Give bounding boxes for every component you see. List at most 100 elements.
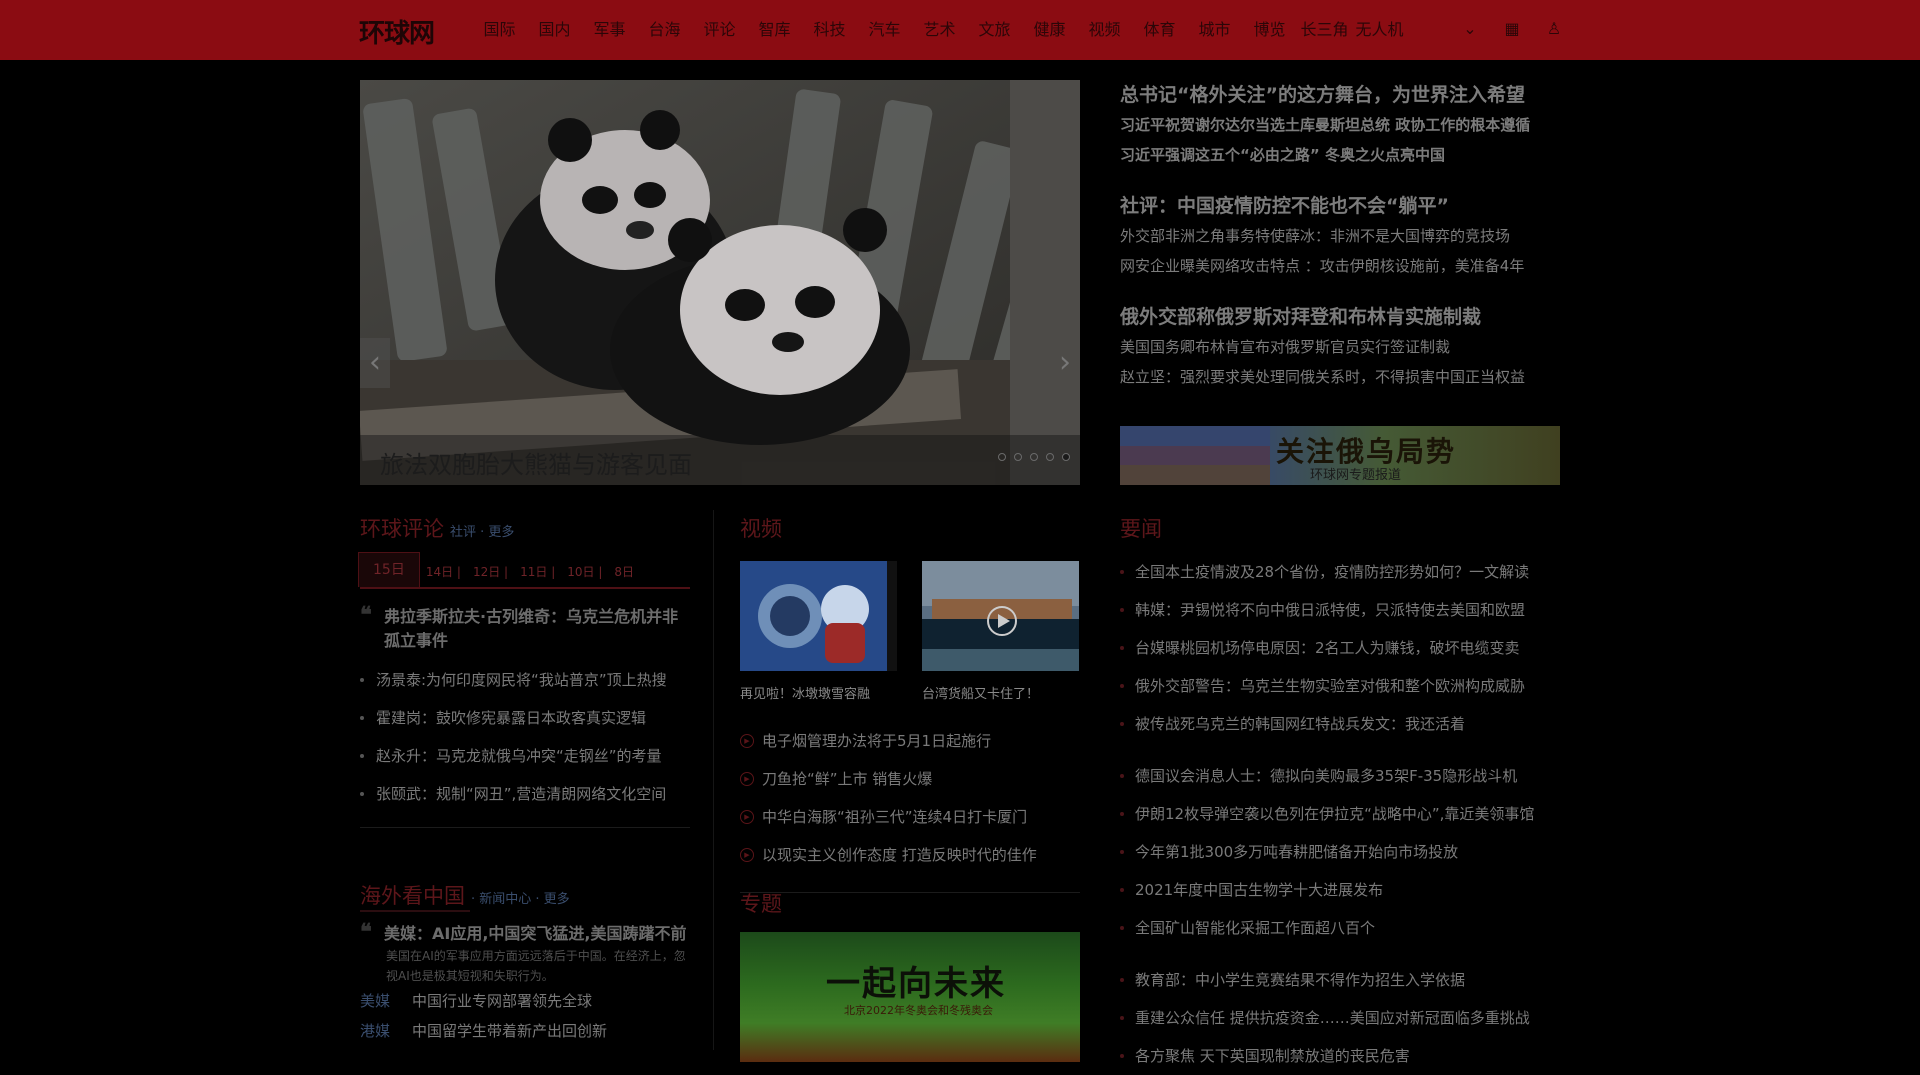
news-item[interactable]: 各方聚焦 天下英国现制禁放道的丧民危害	[1120, 1037, 1570, 1075]
news-item[interactable]: 德国议会消息人士：德拟向美购最多35架F-35隐形战斗机	[1120, 757, 1570, 795]
chevron-down-icon[interactable]: ⌄	[1461, 18, 1479, 40]
news-item[interactable]: 重建公众信任 提供抗疫资金……美国应对新冠面临多重挑战	[1120, 999, 1570, 1037]
slider-dot[interactable]	[1062, 453, 1070, 461]
slider-prev-button[interactable]: ‹	[360, 338, 390, 388]
nav-item[interactable]: 艺术	[912, 18, 967, 42]
headline-sub[interactable]: 赵立坚：强烈要求美处理同俄关系时，不得损害中国正当权益	[1120, 362, 1570, 392]
video-list-item[interactable]: ▶ 以现实主义创作态度 打造反映时代的佳作	[740, 836, 1080, 874]
commentary-links[interactable]: 社评 · 更多	[450, 521, 514, 540]
overseas-row-text[interactable]: 中国行业专网部署领先全球	[412, 992, 592, 1010]
headline-main[interactable]: 社评：中国疫情防控不能也不会“躺平”	[1120, 191, 1570, 221]
overseas-row[interactable]: 港媒 中国留学生带着新产出回创新	[360, 1016, 690, 1046]
video-caption[interactable]: 再见啦！冰墩墩雪容融	[740, 683, 897, 702]
headline-sub[interactable]: 习近平强调这五个“必由之路” 冬奥之火点亮中国	[1120, 140, 1570, 170]
news-item[interactable]: 全国本土疫情波及28个省份，疫情防控形势如何？一文解读	[1120, 553, 1570, 591]
headline-main[interactable]: 俄外交部称俄罗斯对拜登和布林肯实施制裁	[1120, 302, 1570, 332]
date-tab[interactable]: 15日	[358, 552, 420, 587]
commentary-title[interactable]: 环球评论	[360, 513, 444, 543]
featured-overseas[interactable]: ❝ 美媒：AI应用,中国突飞猛进,美国踌躇不前	[360, 920, 690, 946]
nav-item[interactable]: 评论	[692, 18, 747, 42]
nav-item[interactable]: 城市	[1187, 18, 1242, 42]
news-item[interactable]: 今年第1批300多万吨春耕肥储备开始向市场投放	[1120, 833, 1570, 871]
video-list-item[interactable]: ▶ 刀鱼抢“鲜”上市 销售火爆	[740, 760, 1080, 798]
list-item[interactable]: 霍建岗：鼓吹修宪暴露日本政客真实逻辑	[360, 699, 690, 737]
news-item[interactable]: 俄外交部警告：乌克兰生物实验室对俄和整个欧洲构成威胁	[1120, 667, 1570, 705]
ukraine-topic-banner[interactable]: 关注俄乌局势 环球网专题报道	[1120, 426, 1560, 485]
featured-commentary-text[interactable]: 弗拉季斯拉夫·古列维奇：乌克兰危机并非孤立事件	[384, 607, 678, 650]
nav-item[interactable]: 汽车	[857, 18, 912, 42]
play-icon: ▶	[740, 810, 754, 824]
slider-dot[interactable]	[1014, 453, 1022, 461]
list-item[interactable]: 汤景泰:为何印度网民将“我站普京”顶上热搜	[360, 661, 690, 699]
nav-item[interactable]: 科技	[802, 18, 857, 42]
grid-icon[interactable]: ▦	[1503, 18, 1521, 40]
list-item[interactable]: 赵永升：马克龙就俄乌冲突“走钢丝”的考量	[360, 737, 690, 775]
video-list-item[interactable]: ▶ 电子烟管理办法将于5月1日起施行	[740, 722, 1080, 760]
nav-item[interactable]: 文旅	[967, 18, 1022, 42]
news-item[interactable]: 被传战死乌克兰的韩国网红特战兵发文：我还活着	[1120, 705, 1570, 743]
featured-overseas-text[interactable]: 美媒：AI应用,中国突飞猛进,美国踌躇不前	[384, 924, 687, 943]
slider-dot[interactable]	[1046, 453, 1054, 461]
nav-item[interactable]: 国际	[472, 18, 527, 42]
list-item[interactable]: 张颐武：规制“网丑”,营造清朗网络文化空间	[360, 775, 690, 813]
news-item[interactable]: 2021年度中国古生物学十大进展发布	[1120, 871, 1570, 909]
news-item[interactable]: 全国矿山智能化采掘工作面超八百个	[1120, 909, 1570, 947]
slider-next-button[interactable]: ›	[1050, 338, 1080, 388]
slider-dot[interactable]	[1030, 453, 1038, 461]
video-card[interactable]: 台湾货船又卡住了！	[922, 561, 1079, 702]
news-item[interactable]: 伊朗12枚导弹空袭以色列在伊拉克“战略中心”,靠近美领事馆	[1120, 795, 1570, 833]
video-thumbnail-mascots[interactable]	[740, 561, 897, 671]
headline-sub[interactable]: 美国国务卿布林肯宣布对俄罗斯官员实行签证制裁	[1120, 332, 1570, 362]
video-caption[interactable]: 台湾货船又卡住了！	[922, 683, 1079, 702]
video-card[interactable]: 再见啦！冰墩墩雪容融	[740, 561, 897, 702]
special-topic-banner[interactable]: 一起向未来 北京2022年冬奥会和冬残奥会	[740, 932, 1080, 1062]
video-thumbnail-cargo-ship[interactable]	[922, 561, 1079, 671]
video-title[interactable]: 视频	[740, 517, 782, 541]
hero-slider[interactable]: ‹ › 旅法双胞胎大熊猫与游客见面	[360, 80, 1080, 485]
nav-item[interactable]: 台海	[637, 18, 692, 42]
video-list-text[interactable]: 电子烟管理办法将于5月1日起施行	[762, 732, 991, 750]
overseas-row[interactable]: 美媒 中国行业专网部署领先全球	[360, 986, 690, 1016]
nav-item[interactable]: 长三角	[1297, 18, 1352, 42]
video-list-text[interactable]: 以现实主义创作态度 打造反映时代的佳作	[762, 846, 1037, 864]
headline-sub[interactable]: 习近平祝贺谢尔达尔当选土库曼斯坦总统 政协工作的根本遵循	[1120, 110, 1570, 140]
quote-icon: ❝	[360, 602, 372, 628]
date-tab[interactable]: 11日 |	[514, 557, 561, 587]
hero-caption[interactable]: 旅法双胞胎大熊猫与游客见面	[380, 445, 692, 480]
nav-item[interactable]: 体育	[1132, 18, 1187, 42]
overseas-title[interactable]: 海外看中国	[360, 880, 465, 910]
video-list-item[interactable]: ▶ 中华白海豚“祖孙三代”连续4日打卡厦门	[740, 798, 1080, 836]
headline-main[interactable]: 总书记“格外关注”的这方舞台，为世界注入希望	[1120, 80, 1570, 110]
news-item[interactable]: 教育部：中小学生竞赛结果不得作为招生入学依据	[1120, 961, 1570, 999]
slider-dot[interactable]	[998, 453, 1006, 461]
video-list-text[interactable]: 刀鱼抢“鲜”上市 销售火爆	[762, 770, 932, 788]
user-icon[interactable]: ♙	[1545, 18, 1563, 40]
video-list-text[interactable]: 中华白海豚“祖孙三代”连续4日打卡厦门	[762, 808, 1027, 826]
special-title[interactable]: 专题	[740, 892, 782, 916]
date-tab[interactable]: 14日 |	[420, 557, 467, 587]
nav-tools: ⌄ ▦ ♙	[1461, 18, 1563, 40]
site-logo[interactable]: 环球网	[359, 13, 435, 50]
nav-item[interactable]: 无人机	[1352, 18, 1407, 42]
headline-sub[interactable]: 外交部非洲之角事务特使薛冰：非洲不是大国博弈的竞技场	[1120, 221, 1570, 251]
news-item[interactable]: 台媒曝桃园机场停电原因：2名工人为赚钱，破坏电缆变卖	[1120, 629, 1570, 667]
play-icon: ▶	[740, 848, 754, 862]
nav-item[interactable]: 健康	[1022, 18, 1077, 42]
news-item[interactable]: 韩媒：尹锡悦将不向中俄日派特使，只派特使去美国和欧盟	[1120, 591, 1570, 629]
nav-item[interactable]: 视频	[1077, 18, 1132, 42]
date-tab[interactable]: 12日 |	[467, 557, 514, 587]
nav-item[interactable]: 国内	[527, 18, 582, 42]
nav-item[interactable]: 智库	[747, 18, 802, 42]
news-title[interactable]: 要闻	[1120, 517, 1162, 541]
headline-sub[interactable]: 网安企业曝美网络攻击特点 ：攻击伊朗核设施前，美准备4年	[1120, 251, 1570, 281]
date-tab[interactable]: 10日 |	[561, 557, 608, 587]
overseas-row-text[interactable]: 中国留学生带着新产出回创新	[412, 1022, 607, 1040]
source-tag[interactable]: 港媒	[360, 1022, 390, 1040]
hero-image-panda[interactable]	[360, 80, 1080, 485]
nav-item[interactable]: 军事	[582, 18, 637, 42]
nav-item[interactable]: 博览	[1242, 18, 1297, 42]
overseas-links[interactable]: · 新闻中心 · 更多	[471, 888, 570, 907]
source-tag[interactable]: 美媒	[360, 992, 390, 1010]
date-tab[interactable]: 8日	[608, 557, 640, 587]
featured-commentary[interactable]: ❝ 弗拉季斯拉夫·古列维奇：乌克兰危机并非孤立事件	[360, 602, 690, 653]
